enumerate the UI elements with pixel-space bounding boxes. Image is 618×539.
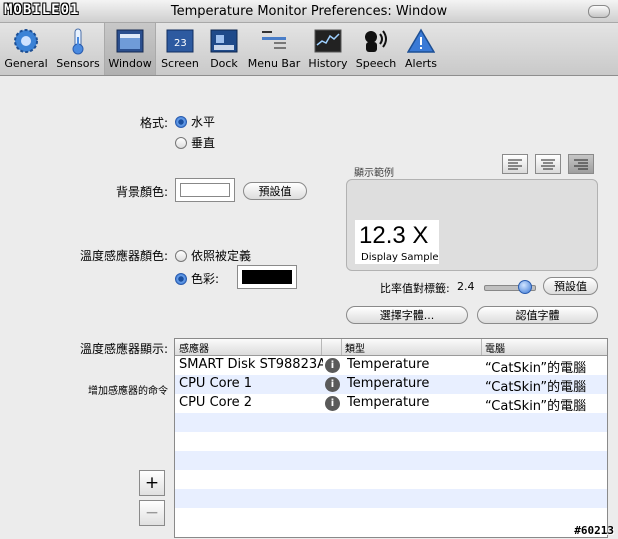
info-icon[interactable]: i bbox=[325, 358, 340, 373]
add-sensor-command-label: 增加感應器的命令 bbox=[88, 386, 168, 397]
preferences-content: 格式: 水平 垂直 背景顏色: 預設值 溫度感應器顏色: 依照被定義 色彩: 顯… bbox=[0, 76, 618, 539]
background-color-well[interactable] bbox=[175, 178, 235, 202]
window-title: Temperature Monitor Preferences: Window bbox=[170, 4, 448, 19]
align-right-button[interactable] bbox=[568, 154, 594, 174]
tab-menu-bar[interactable]: Menu Bar bbox=[246, 23, 302, 75]
screen-icon: 23 bbox=[165, 27, 195, 55]
column-header-type[interactable]: 類型 bbox=[345, 340, 365, 355]
gear-icon bbox=[11, 27, 41, 55]
default-font-button[interactable]: 認值字體 bbox=[477, 306, 598, 324]
radio-dot bbox=[175, 249, 187, 262]
align-right-icon bbox=[574, 159, 588, 170]
scale-default-button[interactable]: 預設值 bbox=[543, 277, 598, 295]
sensor-color-label: 溫度感應器顏色: bbox=[79, 249, 168, 263]
empty-row bbox=[175, 432, 607, 451]
sample-caption: Display Sample bbox=[361, 252, 439, 263]
watermark: #60213 bbox=[574, 524, 614, 537]
format-vertical-radio[interactable]: 垂直 bbox=[175, 134, 215, 151]
tab-history[interactable]: History bbox=[306, 23, 350, 75]
empty-row bbox=[175, 451, 607, 470]
sensor-color-well[interactable] bbox=[237, 265, 297, 289]
empty-row bbox=[175, 470, 607, 489]
title-bar: MOBILE01 Temperature Monitor Preferences… bbox=[0, 0, 618, 23]
tab-sensors[interactable]: Sensors bbox=[54, 23, 102, 75]
sensors-table[interactable]: 感應器 類型 電腦 SMART Disk ST98823AS i Tempera… bbox=[174, 338, 608, 538]
choose-font-button[interactable]: 選擇字體... bbox=[346, 306, 468, 324]
align-center-icon bbox=[541, 159, 555, 170]
column-header-sensor[interactable]: 感應器 bbox=[179, 340, 209, 355]
scale-value: 2.4 bbox=[457, 280, 475, 293]
sample-label: 顯示範例 bbox=[354, 168, 394, 179]
thermometer-icon bbox=[63, 27, 93, 55]
preferences-toolbar: General Sensors Window 23 Screen Dock Me… bbox=[0, 23, 618, 76]
tab-alerts[interactable]: Alerts bbox=[402, 23, 440, 75]
sensors-display-label: 溫度感應器顯示: bbox=[79, 342, 168, 356]
tab-speech[interactable]: Speech bbox=[352, 23, 400, 75]
sample-value: 12.3 X bbox=[359, 222, 429, 249]
format-horizontal-radio[interactable]: 水平 bbox=[175, 113, 215, 130]
toolbar-toggle-button[interactable] bbox=[588, 5, 610, 18]
display-sample: 12.3 X Display Sample bbox=[355, 220, 439, 264]
tab-screen[interactable]: 23 Screen bbox=[158, 23, 202, 75]
table-row[interactable]: CPU Core 2 i Temperature “CatSkin”的電腦 bbox=[175, 394, 607, 414]
table-header: 感應器 類型 電腦 bbox=[175, 339, 607, 356]
alert-icon bbox=[406, 27, 436, 55]
column-header-computer[interactable]: 電腦 bbox=[485, 340, 505, 355]
menubar-icon bbox=[259, 27, 289, 55]
empty-row bbox=[175, 413, 607, 432]
window-icon bbox=[115, 27, 145, 55]
radio-dot bbox=[175, 115, 187, 128]
sensor-color-defined-radio[interactable]: 依照被定義 bbox=[175, 247, 251, 264]
align-left-button[interactable] bbox=[502, 154, 528, 174]
table-row[interactable]: CPU Core 1 i Temperature “CatSkin”的電腦 bbox=[175, 375, 607, 395]
info-icon[interactable]: i bbox=[325, 396, 340, 411]
align-left-icon bbox=[508, 159, 522, 170]
remove-sensor-button[interactable]: − bbox=[139, 500, 165, 526]
info-icon[interactable]: i bbox=[325, 377, 340, 392]
sensor-color-custom-radio[interactable]: 色彩: bbox=[175, 270, 219, 287]
add-sensor-button[interactable]: + bbox=[139, 470, 165, 496]
history-icon bbox=[313, 27, 343, 55]
speech-icon bbox=[361, 27, 391, 55]
background-color-label: 背景顏色: bbox=[115, 185, 168, 199]
empty-row bbox=[175, 489, 607, 508]
tab-general[interactable]: General bbox=[2, 23, 50, 75]
tab-dock[interactable]: Dock bbox=[204, 23, 244, 75]
table-row[interactable]: SMART Disk ST98823AS i Temperature “CatS… bbox=[175, 356, 607, 376]
display-sample-panel: 12.3 X Display Sample bbox=[346, 179, 598, 271]
color-swatch bbox=[242, 270, 292, 284]
background-default-button[interactable]: 預設值 bbox=[243, 182, 307, 200]
empty-row bbox=[175, 508, 607, 527]
scale-label: 比率值對標籤: bbox=[380, 282, 450, 295]
scale-slider-knob[interactable] bbox=[518, 280, 532, 294]
tab-window[interactable]: Window bbox=[104, 23, 156, 75]
dock-icon bbox=[209, 27, 239, 55]
format-label: 格式: bbox=[139, 116, 168, 130]
color-swatch bbox=[180, 183, 230, 197]
radio-dot bbox=[175, 136, 187, 149]
svg-text:23: 23 bbox=[174, 38, 187, 49]
align-center-button[interactable] bbox=[535, 154, 561, 174]
radio-dot bbox=[175, 272, 187, 285]
table-body: SMART Disk ST98823AS i Temperature “CatS… bbox=[175, 356, 607, 527]
